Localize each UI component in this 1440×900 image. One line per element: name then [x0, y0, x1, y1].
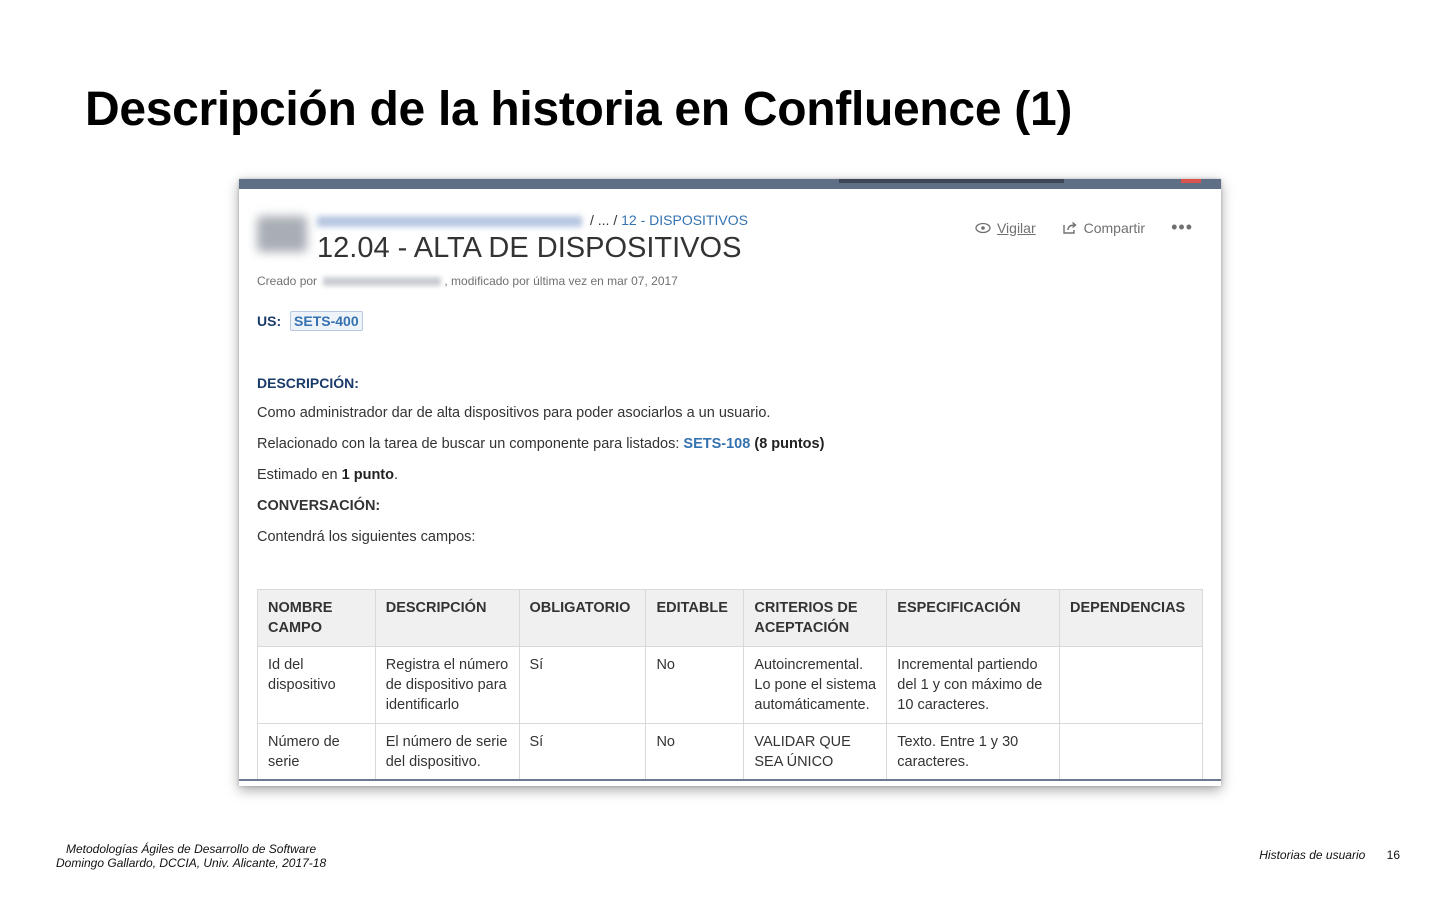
- cell-obligatorio: Sí: [518, 646, 647, 724]
- cell-descripcion: El número de serie del dispositivo.: [374, 723, 520, 781]
- header-criterios: CRITERIOS DE ACEPTACIÓN: [743, 589, 888, 647]
- space-avatar-blurred: [257, 216, 307, 252]
- header-editable: EDITABLE: [645, 589, 745, 647]
- fields-intro: Contendrá los siguientes campos:: [257, 529, 476, 545]
- header-nombre-campo: NOMBRE CAMPO: [257, 589, 376, 647]
- watch-label: Vigilar: [996, 219, 1036, 236]
- page-actions: Vigilar Compartir •••: [975, 217, 1193, 238]
- table-row: Número de serie El número de serie del d…: [257, 723, 1203, 781]
- top-bar-close-mark: [1181, 179, 1201, 183]
- slide-title: Descripción de la historia en Confluence…: [85, 83, 1073, 136]
- page-title: 12.04 - ALTA DE DISPOSITIVOS: [317, 232, 742, 264]
- cell-editable: No: [645, 646, 745, 724]
- eye-icon: [975, 222, 991, 233]
- estimate-prefix: Estimado en: [257, 467, 338, 483]
- confluence-screenshot: / ... / 12 - DISPOSITIVOS 12.04 - ALTA D…: [239, 179, 1221, 786]
- author-name-blurred[interactable]: [323, 277, 442, 287]
- footer-course: Metodologías Ágiles de Desarrollo de Sof…: [65, 842, 317, 856]
- cell-especificacion: Incremental partiendo del 1 y con máximo…: [886, 646, 1061, 724]
- user-story-row: US: SETS-400: [257, 311, 363, 331]
- page-number: 16: [1386, 848, 1400, 862]
- breadcrumb: / ... / 12 - DISPOSITIVOS: [317, 212, 748, 228]
- table-header-row: NOMBRE CAMPO DESCRIPCIÓN OBLIGATORIO EDI…: [257, 589, 1203, 647]
- page-metadata: Creado por , modificado por última vez e…: [257, 274, 678, 288]
- related-ticket-link[interactable]: SETS-108: [683, 436, 750, 452]
- meta-modified: , modificado por última vez en mar 07, 2…: [444, 274, 678, 288]
- cell-nombre-campo: Id del dispositivo: [257, 646, 376, 724]
- related-points: (8 puntos): [754, 436, 825, 452]
- conversation-heading: CONVERSACIÓN:: [257, 498, 381, 514]
- cell-dependencias: [1059, 646, 1203, 724]
- breadcrumb-parent-link[interactable]: 12 - DISPOSITIVOS: [621, 212, 748, 228]
- window-top-bar: [239, 179, 1221, 189]
- header-descripcion: DESCRIPCIÓN: [374, 589, 520, 647]
- us-ticket-link[interactable]: SETS-400: [290, 311, 363, 331]
- cell-obligatorio: Sí: [518, 723, 647, 781]
- fields-table: NOMBRE CAMPO DESCRIPCIÓN OBLIGATORIO EDI…: [257, 589, 1203, 781]
- header-especificacion: ESPECIFICACIÓN: [886, 589, 1061, 647]
- watch-button[interactable]: Vigilar: [975, 220, 1036, 236]
- slide-footer-section: Historias de usuario 16: [1259, 848, 1400, 862]
- estimate-suffix: .: [394, 467, 399, 483]
- estimate-value: 1 punto: [341, 467, 394, 483]
- cell-nombre-campo: Número de serie: [257, 723, 376, 781]
- header-dependencias: DEPENDENCIAS: [1059, 589, 1203, 647]
- estimate-paragraph: Estimado en 1 punto.: [257, 467, 398, 483]
- cell-criterios: VALIDAR QUE SEA ÚNICO: [743, 723, 888, 781]
- header-obligatorio: OBLIGATORIO: [518, 589, 647, 647]
- table-row: Id del dispositivo Registra el número de…: [257, 646, 1203, 724]
- cell-criterios: Autoincremental. Lo pone el sistema auto…: [743, 646, 888, 724]
- footer-author: Domingo Gallardo, DCCIA, Univ. Alicante,…: [56, 856, 327, 870]
- slide-footer-credits: Metodologías Ágiles de Desarrollo de Sof…: [56, 842, 326, 870]
- meta-created: Creado por: [257, 274, 318, 288]
- cell-editable: No: [645, 723, 745, 781]
- footer-section-name: Historias de usuario: [1259, 848, 1366, 862]
- screenshot-bottom-edge: [239, 779, 1221, 786]
- breadcrumb-separator[interactable]: / ... /: [590, 212, 617, 228]
- us-label: US:: [257, 313, 282, 329]
- cell-dependencias: [1059, 723, 1203, 781]
- cell-especificacion: Texto. Entre 1 y 30 caracteres.: [886, 723, 1061, 781]
- related-text: Relacionado con la tarea de buscar un co…: [257, 436, 680, 452]
- share-label: Compartir: [1083, 219, 1146, 236]
- breadcrumb-space-blurred[interactable]: [317, 215, 582, 227]
- share-button[interactable]: Compartir: [1062, 220, 1145, 236]
- top-bar-segment: [839, 179, 1064, 183]
- description-heading: DESCRIPCIÓN:: [257, 375, 359, 391]
- more-actions-icon[interactable]: •••: [1171, 217, 1193, 238]
- cell-descripcion: Registra el número de dispositivo para i…: [374, 646, 520, 724]
- description-text: Como administrador dar de alta dispositi…: [257, 405, 771, 421]
- share-icon: [1062, 221, 1077, 234]
- related-paragraph: Relacionado con la tarea de buscar un co…: [257, 436, 824, 452]
